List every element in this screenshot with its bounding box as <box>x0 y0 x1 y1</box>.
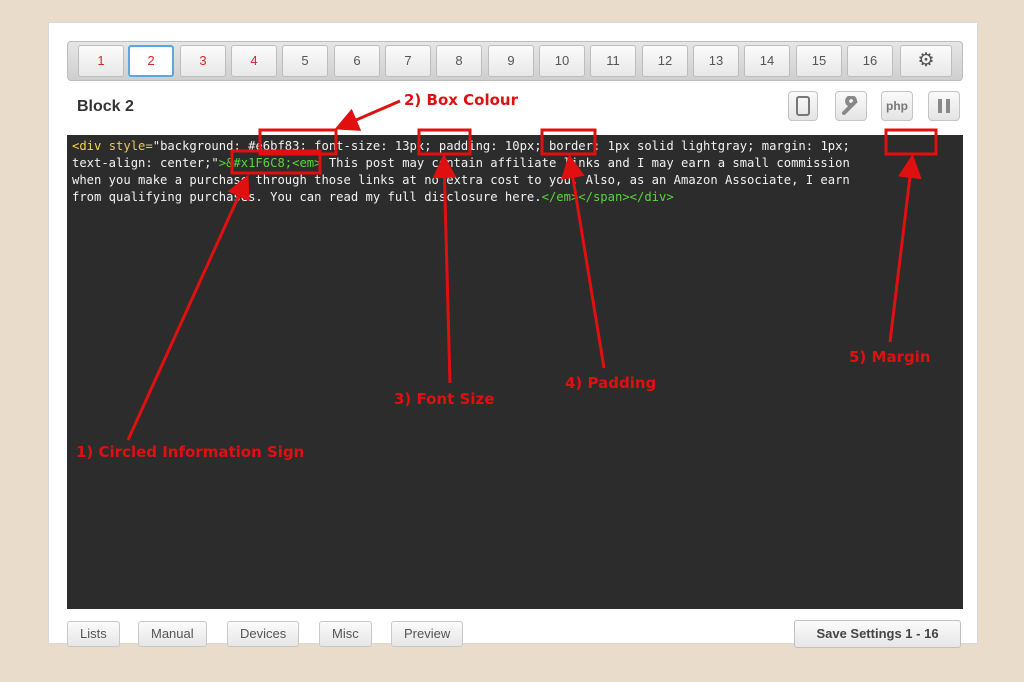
arrow-font-size <box>432 154 457 384</box>
arrow-info-sign <box>126 174 250 441</box>
annotation-font-size: 3) Font Size <box>394 390 494 408</box>
arrow-margin <box>888 154 922 343</box>
annotation-overlay: 2) Box Colour 1) Circled Information Sig… <box>76 91 938 461</box>
annotation-padding: 4) Padding <box>565 374 656 392</box>
arrow-box-colour <box>334 99 401 131</box>
margin-highlight <box>884 128 938 156</box>
arrow-padding <box>561 154 606 369</box>
font-size-highlight <box>417 128 472 156</box>
annotation-box-colour: 2) Box Colour <box>404 91 519 109</box>
annotation-info-sign: 1) Circled Information Sign <box>76 443 304 461</box>
padding-highlight <box>540 128 597 156</box>
annotation-margin: 5) Margin <box>849 348 931 366</box>
